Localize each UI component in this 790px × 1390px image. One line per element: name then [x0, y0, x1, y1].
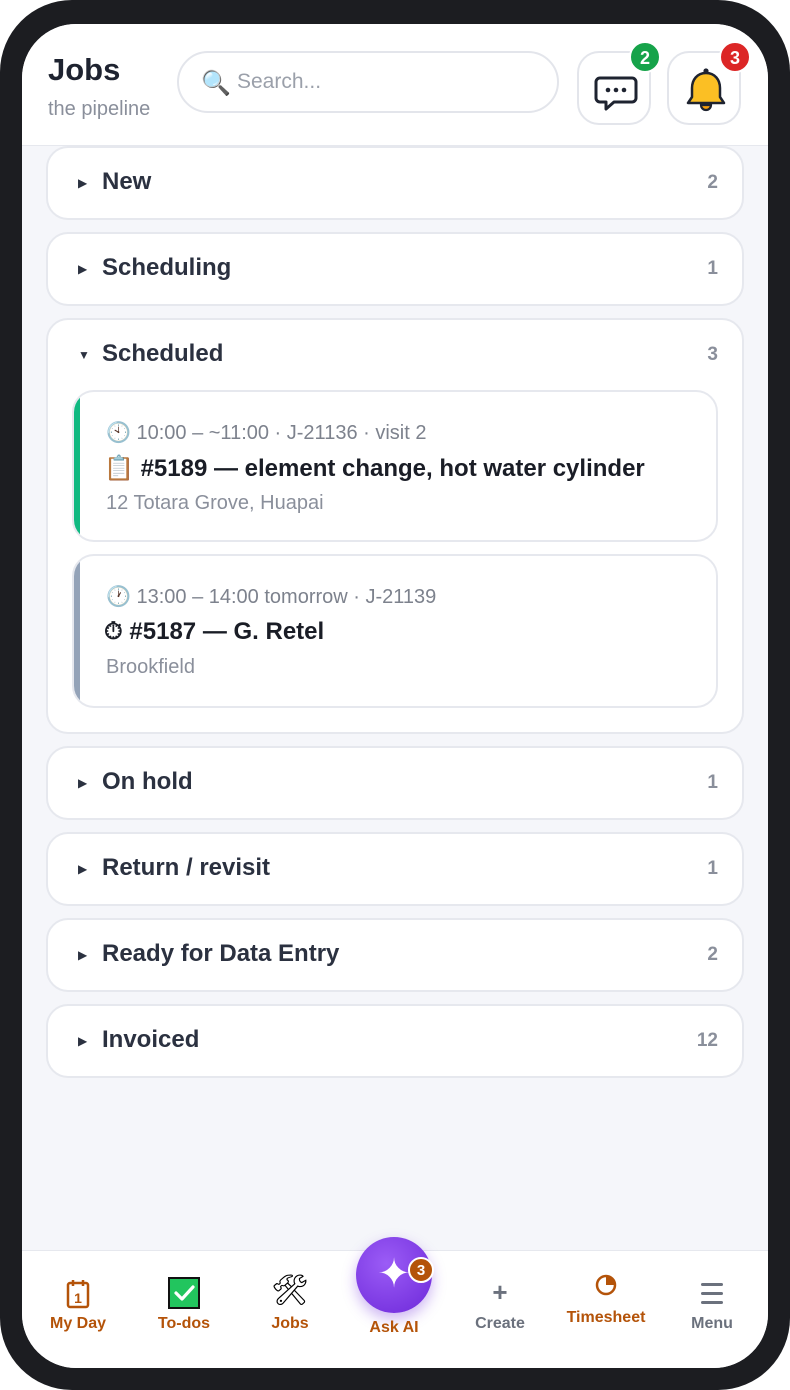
section-header[interactable]: ▶ Ready for Data Entry 2 [48, 920, 742, 990]
clock-icon: 🕐 [106, 586, 131, 608]
nav-menu[interactable]: Menu [660, 1251, 764, 1368]
hamburger-icon [701, 1283, 723, 1304]
job-meta-row: 🕐 13:00 – 14:00 tomorrow · J-21139 [106, 584, 436, 609]
messages-badge: 2 [629, 41, 661, 73]
section-count: 1 [707, 258, 718, 279]
job-address: Brookfield [106, 656, 195, 678]
nav-create[interactable]: + Create [448, 1251, 552, 1368]
section-count: 12 [696, 1030, 718, 1051]
clipboard-icon: 📋 [104, 455, 134, 482]
section-on-hold[interactable]: ▶ On hold 1 [46, 746, 744, 820]
section-label: Scheduled [102, 340, 224, 367]
section-header[interactable]: ▶ New 2 [48, 148, 742, 218]
nav-jobs[interactable]: 🛠 Jobs [238, 1251, 342, 1368]
section-header[interactable]: ▶ Invoiced 12 [48, 1006, 742, 1076]
section-header[interactable]: ▼ Scheduled 3 [48, 320, 742, 390]
nav-label: Timesheet [566, 1309, 646, 1326]
caret-right-icon: ▶ [78, 1034, 88, 1048]
section-label: New [102, 168, 152, 195]
job-meta: 13:00 – 14:00 tomorrow · J-21139 [136, 586, 437, 608]
status-accent-bar [74, 392, 80, 540]
caret-right-icon: ▶ [78, 948, 88, 962]
section-header[interactable]: ▶ On hold 1 [48, 748, 742, 818]
section-count: 2 [707, 944, 718, 965]
nav-label: Jobs [271, 1315, 309, 1332]
job-meta-row: 🕙 10:00 – ~11:00 · J-21136 · visit 2 [106, 420, 426, 445]
section-count: 1 [707, 858, 718, 879]
page-title: Jobs [48, 52, 121, 87]
caret-right-icon: ▶ [78, 776, 88, 790]
nav-label: Create [475, 1315, 525, 1332]
app-screen: Jobs the pipeline 🔍 2 [22, 24, 768, 1368]
section-header[interactable]: ▶ Return / revisit 1 [48, 834, 742, 904]
section-ready-for-data-entry[interactable]: ▶ Ready for Data Entry 2 [46, 918, 744, 992]
job-card[interactable]: 🕐 13:00 – 14:00 tomorrow · J-21139 ⏱ #51… [72, 554, 718, 708]
notifications-badge: 3 [719, 41, 751, 73]
notifications-button[interactable]: 3 [667, 41, 751, 125]
section-new[interactable]: ▶ New 2 [46, 146, 744, 220]
section-count: 1 [707, 772, 718, 793]
nav-timesheet[interactable]: Timesheet [554, 1251, 658, 1368]
pie-clock-icon [595, 1274, 617, 1296]
nav-todos[interactable]: To-dos [132, 1251, 236, 1368]
page-subtitle: the pipeline [48, 98, 151, 120]
job-title: #5187 — G. Retel [129, 618, 325, 645]
nav-label: To-dos [157, 1315, 211, 1332]
section-header[interactable]: ▶ Scheduling 1 [48, 234, 742, 304]
nav-label: Menu [691, 1315, 733, 1332]
caret-right-icon: ▶ [78, 262, 88, 276]
job-title: #5189 — element change, hot water cylind… [140, 455, 645, 482]
clock-icon: 🕙 [106, 422, 131, 444]
job-address: 12 Totara Grove, Huapai [106, 492, 324, 514]
job-title-row: ⏱ #5187 — G. Retel [104, 618, 324, 646]
job-card[interactable]: 🕙 10:00 – ~11:00 · J-21136 · visit 2 📋 #… [72, 390, 718, 542]
section-label: On hold [102, 768, 193, 795]
app-header: Jobs the pipeline 🔍 2 [22, 24, 768, 146]
bottom-nav: 1 My Day To-dos 🛠 Jobs ✦ 3 Ask AI + Crea… [22, 1237, 768, 1368]
ask-ai-badge: 3 [408, 1257, 434, 1283]
caret-down-icon: ▼ [78, 348, 90, 362]
section-label: Invoiced [102, 1026, 200, 1053]
section-label: Scheduling [102, 254, 232, 281]
plus-icon: + [492, 1277, 508, 1307]
section-scheduling[interactable]: ▶ Scheduling 1 [46, 232, 744, 306]
section-return-revisit[interactable]: ▶ Return / revisit 1 [46, 832, 744, 906]
stopwatch-icon: ⏱ [104, 618, 123, 645]
messages-button[interactable]: 2 [577, 41, 661, 125]
section-count: 3 [707, 344, 718, 365]
nav-my-day[interactable]: 1 My Day [26, 1251, 130, 1368]
search-input[interactable] [237, 65, 537, 99]
job-title-row: 📋 #5189 — element change, hot water cyli… [104, 454, 645, 483]
caret-right-icon: ▶ [78, 862, 88, 876]
status-accent-bar [74, 556, 80, 706]
svg-text:1: 1 [74, 1290, 82, 1306]
caret-right-icon: ▶ [78, 176, 88, 190]
section-scheduled: ▼ Scheduled 3 🕙 10:00 – ~11:00 · J-21136… [46, 318, 744, 734]
checkbox-icon [168, 1277, 200, 1309]
search-box[interactable]: 🔍 [177, 51, 559, 113]
tools-icon: 🛠 [270, 1274, 310, 1307]
section-count: 2 [707, 172, 718, 193]
device-frame: Jobs the pipeline 🔍 2 [0, 0, 790, 1390]
section-label: Return / revisit [102, 854, 271, 881]
nav-label: My Day [49, 1315, 107, 1332]
calendar-icon: 1 [66, 1280, 90, 1309]
section-label: Ready for Data Entry [102, 940, 340, 967]
section-invoiced[interactable]: ▶ Invoiced 12 [46, 1004, 744, 1078]
job-meta: 10:00 – ~11:00 · J-21136 · visit 2 [136, 422, 427, 444]
search-icon: 🔍 [201, 70, 231, 97]
ask-ai-label: Ask AI [369, 1319, 419, 1336]
